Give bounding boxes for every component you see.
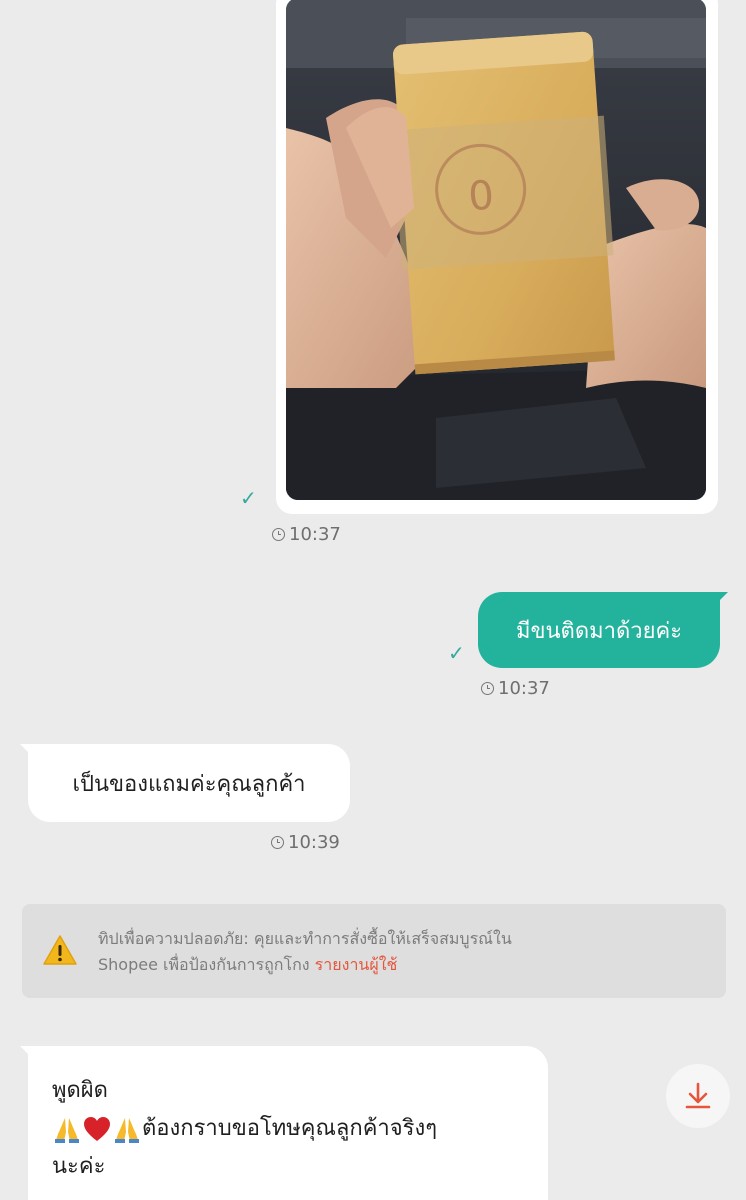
incoming-message-text: เป็นของแถมค่ะคุณลูกค้า: [72, 771, 306, 797]
warning-icon: [43, 935, 77, 965]
red-heart-icon: [82, 1114, 112, 1144]
image-message-bubble[interactable]: 0: [276, 0, 718, 514]
safety-tip-banner: ทิปเพื่อความปลอดภัย: คุยและทำการสั่งซื้อ…: [22, 904, 726, 998]
clock-icon: [272, 528, 285, 541]
chat-area: 0 ✓ 10:37 มีขนติดมาด้วยค่ะ ✓ 10:37 เป็นข…: [0, 0, 746, 1200]
incoming-message-line: ต้องกราบขอโทษคุณลูกค้าจริงๆ: [142, 1116, 438, 1141]
shared-photo[interactable]: 0: [286, 0, 706, 500]
incoming-message-line: พูดผิด: [52, 1078, 108, 1103]
outgoing-message-bubble[interactable]: มีขนติดมาด้วยค่ะ: [478, 592, 728, 668]
incoming-message-bubble[interactable]: พูดผิด ต้องกราบขอโทษคุณลูกค้าจริงๆ นะค่ะ: [20, 1046, 548, 1200]
outgoing-message-text: มีขนติดมาด้วยค่ะ: [515, 618, 683, 644]
check-icon: ✓: [240, 486, 257, 510]
clock-icon: [481, 682, 494, 695]
image-message-time: 10:37: [272, 524, 341, 545]
svg-text:0: 0: [467, 173, 496, 221]
download-button[interactable]: [666, 1064, 730, 1128]
download-icon: [685, 1082, 711, 1109]
folded-hands-icon: [112, 1114, 142, 1144]
report-user-link[interactable]: รายงานผู้ใช้: [315, 955, 398, 974]
check-icon: ✓: [448, 641, 465, 665]
incoming-message-line: นะค่ะ: [52, 1154, 106, 1179]
outgoing-message-time: 10:37: [481, 678, 550, 699]
clock-icon: [271, 836, 284, 849]
safety-tip-text: ทิปเพื่อความปลอดภัย: คุยและทำการสั่งซื้อ…: [98, 929, 512, 974]
folded-hands-icon: [52, 1114, 82, 1144]
incoming-message-time: 10:39: [271, 832, 340, 853]
incoming-message-bubble[interactable]: เป็นของแถมค่ะคุณลูกค้า: [20, 744, 350, 822]
